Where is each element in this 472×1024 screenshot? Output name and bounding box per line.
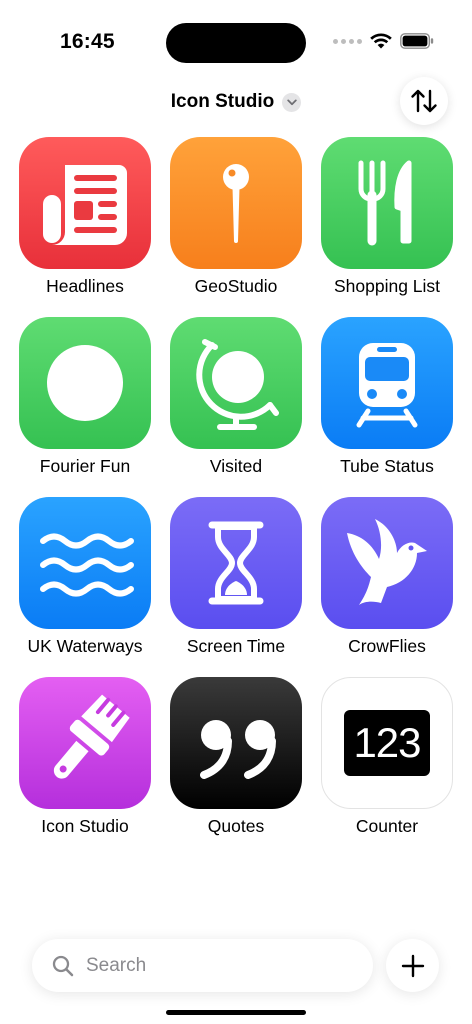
app-label: Fourier Fun (39, 456, 131, 476)
app-icon-geostudio[interactable] (170, 137, 302, 269)
app-tile-visited[interactable]: Visited (169, 317, 303, 487)
app-label: GeoStudio (194, 276, 278, 296)
app-icon-shopping-list[interactable] (321, 137, 453, 269)
hourglass-icon (208, 521, 264, 605)
sort-button[interactable] (400, 77, 448, 125)
app-icon-visited[interactable] (170, 317, 302, 449)
app-tile-crowflies[interactable]: CrowFlies (320, 497, 454, 667)
app-tile-screen-time[interactable]: Screen Time (169, 497, 303, 667)
app-tile-uk-waterways[interactable]: UK Waterways (18, 497, 152, 667)
app-label: Visited (209, 456, 263, 476)
app-icon-crowflies[interactable] (321, 497, 453, 629)
cellular-signal-icon (333, 38, 362, 44)
wifi-icon (370, 33, 392, 49)
circle-icon (47, 345, 123, 421)
search-input[interactable] (84, 953, 328, 978)
paintbrush-icon (53, 694, 130, 779)
counter-123-icon: 123 (344, 710, 430, 776)
map-pin-icon (223, 164, 249, 243)
app-icon-screen-time[interactable] (170, 497, 302, 629)
app-label: Shopping List (333, 276, 441, 296)
app-icon-quotes[interactable] (170, 677, 302, 809)
app-tile-fourier-fun[interactable]: Fourier Fun (18, 317, 152, 487)
app-label: Screen Time (186, 636, 286, 656)
bird-icon (347, 519, 427, 605)
app-tile-icon-studio[interactable]: Icon Studio (18, 677, 152, 847)
dynamic-island (166, 23, 306, 63)
app-label: Counter (355, 816, 419, 836)
app-icon-counter[interactable]: 123 (321, 677, 453, 809)
quote-icon (200, 720, 276, 779)
app-icon-headlines[interactable] (19, 137, 151, 269)
fork-knife-icon (358, 160, 412, 246)
home-indicator (166, 1010, 306, 1015)
battery-icon (400, 33, 434, 49)
add-button[interactable] (386, 939, 439, 992)
app-label: CrowFlies (348, 636, 426, 656)
train-icon (356, 343, 418, 428)
status-time: 16:45 (60, 30, 115, 53)
app-label: UK Waterways (27, 636, 143, 656)
app-label: Quotes (207, 816, 265, 836)
search-icon (52, 955, 74, 976)
app-tile-shopping-list[interactable]: Shopping List (320, 137, 454, 307)
sort-arrows-icon (411, 89, 437, 113)
app-tile-quotes[interactable]: Quotes (169, 677, 303, 847)
app-tile-tube-status[interactable]: Tube Status (320, 317, 454, 487)
app-tile-headlines[interactable]: Headlines (18, 137, 152, 307)
app-label: Tube Status (340, 456, 434, 476)
plus-icon (401, 954, 424, 977)
water-waves-icon (40, 533, 134, 597)
app-icon-icon-studio[interactable] (19, 677, 151, 809)
status-indicators (333, 33, 434, 49)
newspaper-icon (43, 165, 127, 245)
app-icon-tube-status[interactable] (321, 317, 453, 449)
page-title: Icon Studio (170, 91, 275, 112)
app-tile-counter[interactable]: 123 Counter (320, 677, 454, 847)
app-label: Icon Studio (41, 816, 129, 836)
app-label: Headlines (46, 276, 124, 296)
app-tile-geostudio[interactable]: GeoStudio (169, 137, 303, 307)
globe-icon (196, 339, 279, 430)
counter-display-text: 123 (353, 719, 421, 766)
app-icon-fourier-fun[interactable] (19, 317, 151, 449)
search-bar[interactable] (32, 939, 373, 992)
chevron-down-icon (282, 92, 302, 112)
app-icon-uk-waterways[interactable] (19, 497, 151, 629)
